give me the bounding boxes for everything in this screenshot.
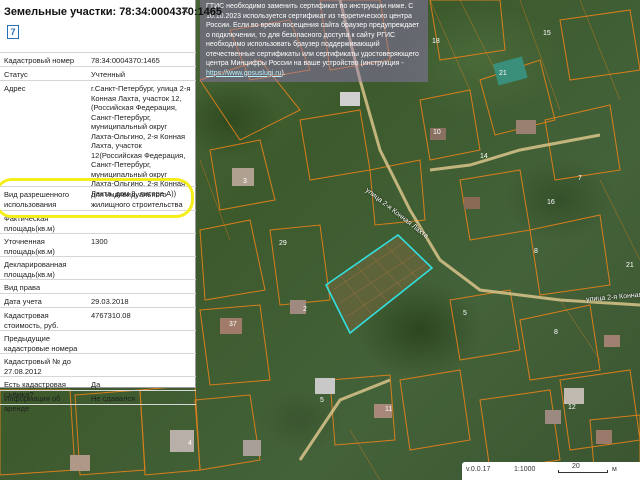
table-row: Кадастровый № до 27.08.2012 [0,353,196,376]
row-value: 4767310.08 [91,311,131,320]
document-icon[interactable]: 7 [7,25,19,39]
lot-number: 18 [432,38,440,45]
lot-number: 3 [243,178,247,185]
table-row: Статус Учтенный [0,66,196,80]
table-row: Адрес г.Санкт-Петербург, улица 2-я Конна… [0,80,196,198]
scale-unit: м [612,466,617,473]
notice-text: ГТИС необходимо заменить сертификат по и… [206,3,420,67]
table-row: Есть кадастровая съёмка? Да [0,376,196,399]
attribute-table: Кадастровый номер 78:34:0004370:1465 Ста… [0,52,196,413]
lot-number: 15 [543,30,551,37]
row-value: Не сдавался [91,394,136,403]
table-row: Уточненная площадь(кв.м) 1300 [0,233,196,256]
lot-number: 21 [626,262,634,269]
table-row: Предыдущие кадастровые номера [0,330,196,353]
lot-number: 7 [578,175,582,182]
row-label: Кадастровая стоимость, руб. [4,311,59,330]
scale-bar: v.0.0.17 1:1000 20 м [462,462,640,480]
row-label: Адрес [4,84,26,93]
row-value: Учтенный [91,70,126,79]
lot-number: 5 [463,310,467,317]
row-label: Кадастровый № до 27.08.2012 [4,357,71,376]
lot-number: 12 [568,404,576,411]
lot-number: 8 [554,329,558,336]
notice-link[interactable]: https://www.gosuslugi.ru [206,70,281,77]
lot-number: 10 [433,129,441,136]
row-label: Кадастровый номер [4,56,75,65]
row-value: 29.03.2018 [91,297,129,306]
row-value: Да [91,380,101,389]
lot-number: 2 [303,306,307,313]
annotation-highlight [0,178,194,218]
table-row: Вид права [0,279,196,293]
lot-number: 8 [534,248,538,255]
lot-number: 29 [279,240,287,247]
parcel-info-popup: Земельные участки: 78:34:0004370:1465 × … [0,0,222,413]
lot-number: 11 [385,406,393,413]
row-label: Уточненная площадь(кв.м) [4,237,55,256]
table-row: Информация об аренде Не сдавался [0,390,196,413]
table-row: Дата учета 29.03.2018 [0,293,196,307]
close-icon[interactable]: × [178,3,192,17]
scale-ratio: 1:1000 [514,466,536,473]
scale-bar-line [558,470,608,473]
lot-number: 5 [320,397,324,404]
certificate-notice: ГТИС необходимо заменить сертификат по и… [200,0,428,82]
row-label: Декларированная площадь(кв.м) [4,260,67,279]
row-value: 78:34:0004370:1465 [91,56,160,65]
row-label: Предыдущие кадастровые номера [4,334,78,353]
row-label: Статус [4,70,28,79]
row-label: Информация об аренде [4,394,61,413]
scale-distance: 20 [572,463,580,470]
lot-number: 16 [547,199,555,206]
table-row: Кадастровый номер 78:34:0004370:1465 [0,52,196,66]
lot-number: 14 [480,153,488,160]
lot-number: 4 [188,440,192,447]
table-row: Декларированная площадь(кв.м) [0,256,196,279]
version-label: v.0.0.17 [466,466,491,473]
table-row: Кадастровая стоимость, руб. 4767310.08 [0,307,196,330]
lot-number: 21 [499,70,507,77]
row-label: Дата учета [4,297,42,306]
row-value: 1300 [91,237,108,246]
row-label: Вид права [4,283,41,292]
notice-tail: ). [281,69,286,77]
lot-number: 37 [229,321,237,328]
